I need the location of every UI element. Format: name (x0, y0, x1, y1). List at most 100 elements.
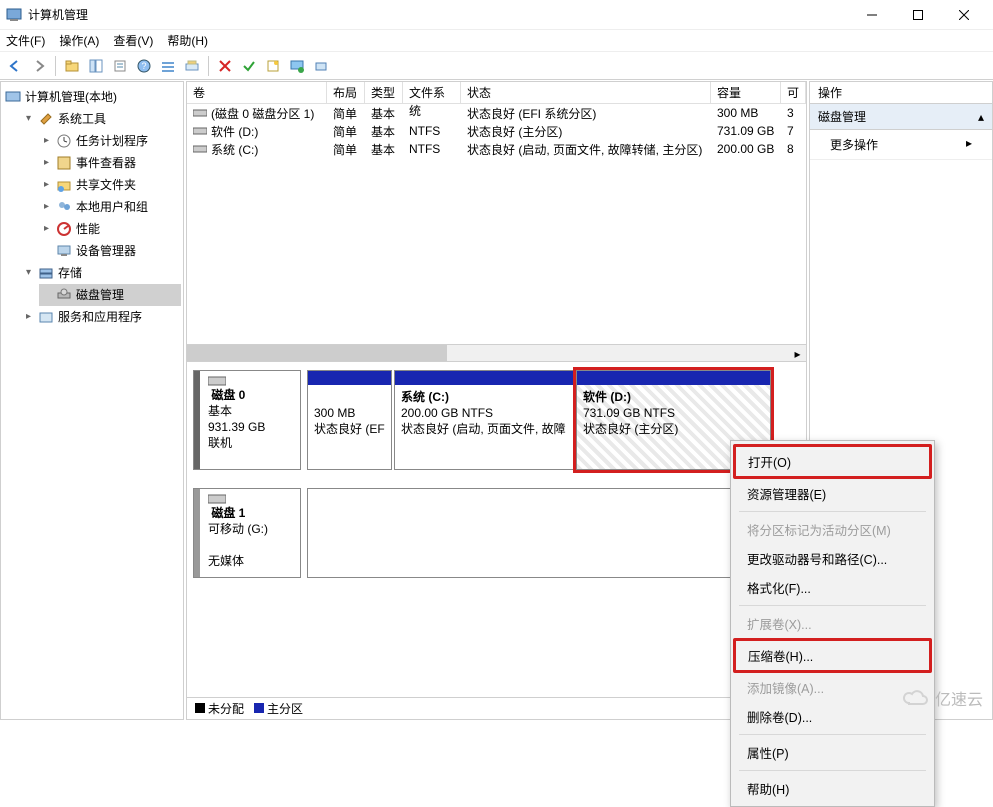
expander-closed-icon[interactable]: ▸ (41, 202, 52, 213)
menubar: 文件(F) 操作(A) 查看(V) 帮助(H) (0, 30, 993, 52)
disk-partitions: 300 MB 状态良好 (EF 系统 (C:) 200.00 GB NTFS 状… (307, 370, 800, 470)
toolbar-sep (55, 56, 56, 76)
tree-services-apps[interactable]: ▸ 服务和应用程序 (21, 306, 181, 328)
tree-task-scheduler[interactable]: ▸任务计划程序 (39, 130, 181, 152)
expander-closed-icon[interactable]: ▸ (41, 136, 52, 147)
maximize-button[interactable] (895, 0, 941, 30)
menu-sep (739, 770, 926, 771)
partition-context-menu: 打开(O) 资源管理器(E) 将分区标记为活动分区(M) 更改驱动器号和路径(C… (730, 440, 935, 807)
tree-shared-folders[interactable]: ▸共享文件夹 (39, 174, 181, 196)
col-type[interactable]: 类型 (365, 82, 403, 103)
cell: 300 MB (711, 106, 781, 120)
part-title: 软件 (D:) (583, 390, 631, 404)
table-row[interactable]: 系统 (C:) 简单 基本 NTFS 状态良好 (启动, 页面文件, 故障转储,… (187, 140, 806, 158)
minimize-button[interactable] (849, 0, 895, 30)
menu-action[interactable]: 操作(A) (59, 32, 99, 49)
tree-local-users[interactable]: ▸ 本地用户和组 (39, 196, 181, 218)
col-free[interactable]: 可 (781, 82, 806, 103)
part-line3: 状态良好 (EF (314, 422, 385, 436)
col-volume[interactable]: 卷 (187, 82, 327, 103)
cell: 731.09 GB (711, 124, 781, 138)
cell: 基本 (365, 123, 403, 140)
expander-none (41, 246, 52, 257)
tree-event-viewer[interactable]: ▸事件查看器 (39, 152, 181, 174)
table-row[interactable]: (磁盘 0 磁盘分区 1) 简单 基本 状态良好 (EFI 系统分区) 300 … (187, 104, 806, 122)
svg-text:?: ? (141, 61, 146, 71)
table-row[interactable]: 软件 (D:) 简单 基本 NTFS 状态良好 (主分区) 731.09 GB … (187, 122, 806, 140)
cell: 3 (781, 106, 806, 120)
expander-closed-icon[interactable]: ▸ (41, 180, 52, 191)
expander-closed-icon[interactable]: ▸ (23, 312, 34, 323)
highlight-open: 打开(O) (733, 444, 932, 479)
disk-partition[interactable]: 300 MB 状态良好 (EF (307, 370, 392, 470)
menu-properties[interactable]: 属性(P) (733, 738, 932, 767)
tree-root[interactable]: 计算机管理(本地) (3, 86, 181, 108)
chevron-right-icon: ▸ (966, 136, 972, 153)
partition-bar (395, 371, 573, 385)
up-button[interactable] (61, 55, 83, 77)
expander-open-icon[interactable]: ▾ (23, 114, 34, 125)
expander-open-icon[interactable]: ▾ (23, 268, 34, 279)
help-button[interactable]: ? (133, 55, 155, 77)
apply-button[interactable] (238, 55, 260, 77)
disk-state: 联机 (208, 436, 232, 450)
volume-list-header[interactable]: 卷 布局 类型 文件系统 状态 容量 可 (187, 82, 806, 104)
menu-format[interactable]: 格式化(F)... (733, 573, 932, 602)
scroll-right-icon[interactable]: ▸ (789, 345, 806, 361)
actions-more[interactable]: 更多操作 ▸ (810, 130, 992, 160)
label: 本地用户和组 (76, 197, 148, 217)
col-status[interactable]: 状态 (461, 82, 711, 103)
cell: 200.00 GB (711, 142, 781, 156)
event-icon (56, 155, 72, 171)
col-capacity[interactable]: 容量 (711, 82, 781, 103)
volume-list-hscroll[interactable]: ◂ ▸ (187, 344, 806, 361)
menu-help[interactable]: 帮助(H) (733, 774, 932, 803)
services-icon (38, 309, 54, 325)
col-fs[interactable]: 文件系统 (403, 82, 461, 103)
properties-button[interactable] (109, 55, 131, 77)
disk-partition-empty[interactable] (307, 488, 798, 578)
menu-open[interactable]: 打开(O) (736, 447, 929, 476)
menu-sep (739, 605, 926, 606)
tree-performance[interactable]: ▸性能 (39, 218, 181, 240)
wizard-button[interactable] (262, 55, 284, 77)
nav-forward-button[interactable] (28, 55, 50, 77)
menu-file[interactable]: 文件(F) (6, 32, 45, 49)
expander-closed-icon[interactable]: ▸ (41, 158, 52, 169)
tree-device-manager[interactable]: 设备管理器 (39, 240, 181, 262)
view-detail-button[interactable] (157, 55, 179, 77)
actions-section[interactable]: 磁盘管理 ▴ (810, 104, 992, 130)
refresh-button[interactable] (286, 55, 308, 77)
tree-system-tools[interactable]: ▾ 系统工具 (21, 108, 181, 130)
view-list-button[interactable] (85, 55, 107, 77)
tree-disk-management[interactable]: 磁盘管理 (39, 284, 181, 306)
tree-storage[interactable]: ▾ 存储 (21, 262, 181, 284)
scan-button[interactable] (181, 55, 203, 77)
scroll-thumb[interactable] (187, 345, 447, 361)
disk-label[interactable]: 磁盘 0 基本 931.39 GB 联机 (193, 370, 301, 470)
disk-label[interactable]: 磁盘 1 可移动 (G:) 无媒体 (193, 488, 301, 578)
menu-help[interactable]: 帮助(H) (167, 32, 208, 49)
action-button[interactable] (310, 55, 332, 77)
col-layout[interactable]: 布局 (327, 82, 365, 103)
cell: 简单 (327, 123, 365, 140)
menu-change-letter[interactable]: 更改驱动器号和路径(C)... (733, 544, 932, 573)
cell: (磁盘 0 磁盘分区 1) (211, 105, 314, 122)
menu-sep (739, 511, 926, 512)
disk-diagram-area: 磁盘 0 基本 931.39 GB 联机 300 MB 状态良好 (EF (186, 361, 807, 720)
close-button[interactable] (941, 0, 987, 30)
disk-partition[interactable]: 系统 (C:) 200.00 GB NTFS 状态良好 (启动, 页面文件, 故… (394, 370, 574, 470)
cell: 软件 (D:) (211, 123, 258, 140)
expander-closed-icon[interactable]: ▸ (41, 224, 52, 235)
watermark: 亿速云 (901, 686, 983, 710)
menu-shrink[interactable]: 压缩卷(H)... (736, 641, 929, 670)
legend-unalloc: 未分配 (208, 702, 244, 716)
menu-view[interactable]: 查看(V) (113, 32, 153, 49)
delete-button[interactable] (214, 55, 236, 77)
menu-explorer[interactable]: 资源管理器(E) (733, 479, 932, 508)
disk-color-bar (194, 371, 200, 469)
nav-back-button[interactable] (4, 55, 26, 77)
users-icon (56, 199, 72, 215)
disk-kind: 可移动 (G:) (208, 522, 268, 536)
actions-header: 操作 (810, 82, 992, 104)
